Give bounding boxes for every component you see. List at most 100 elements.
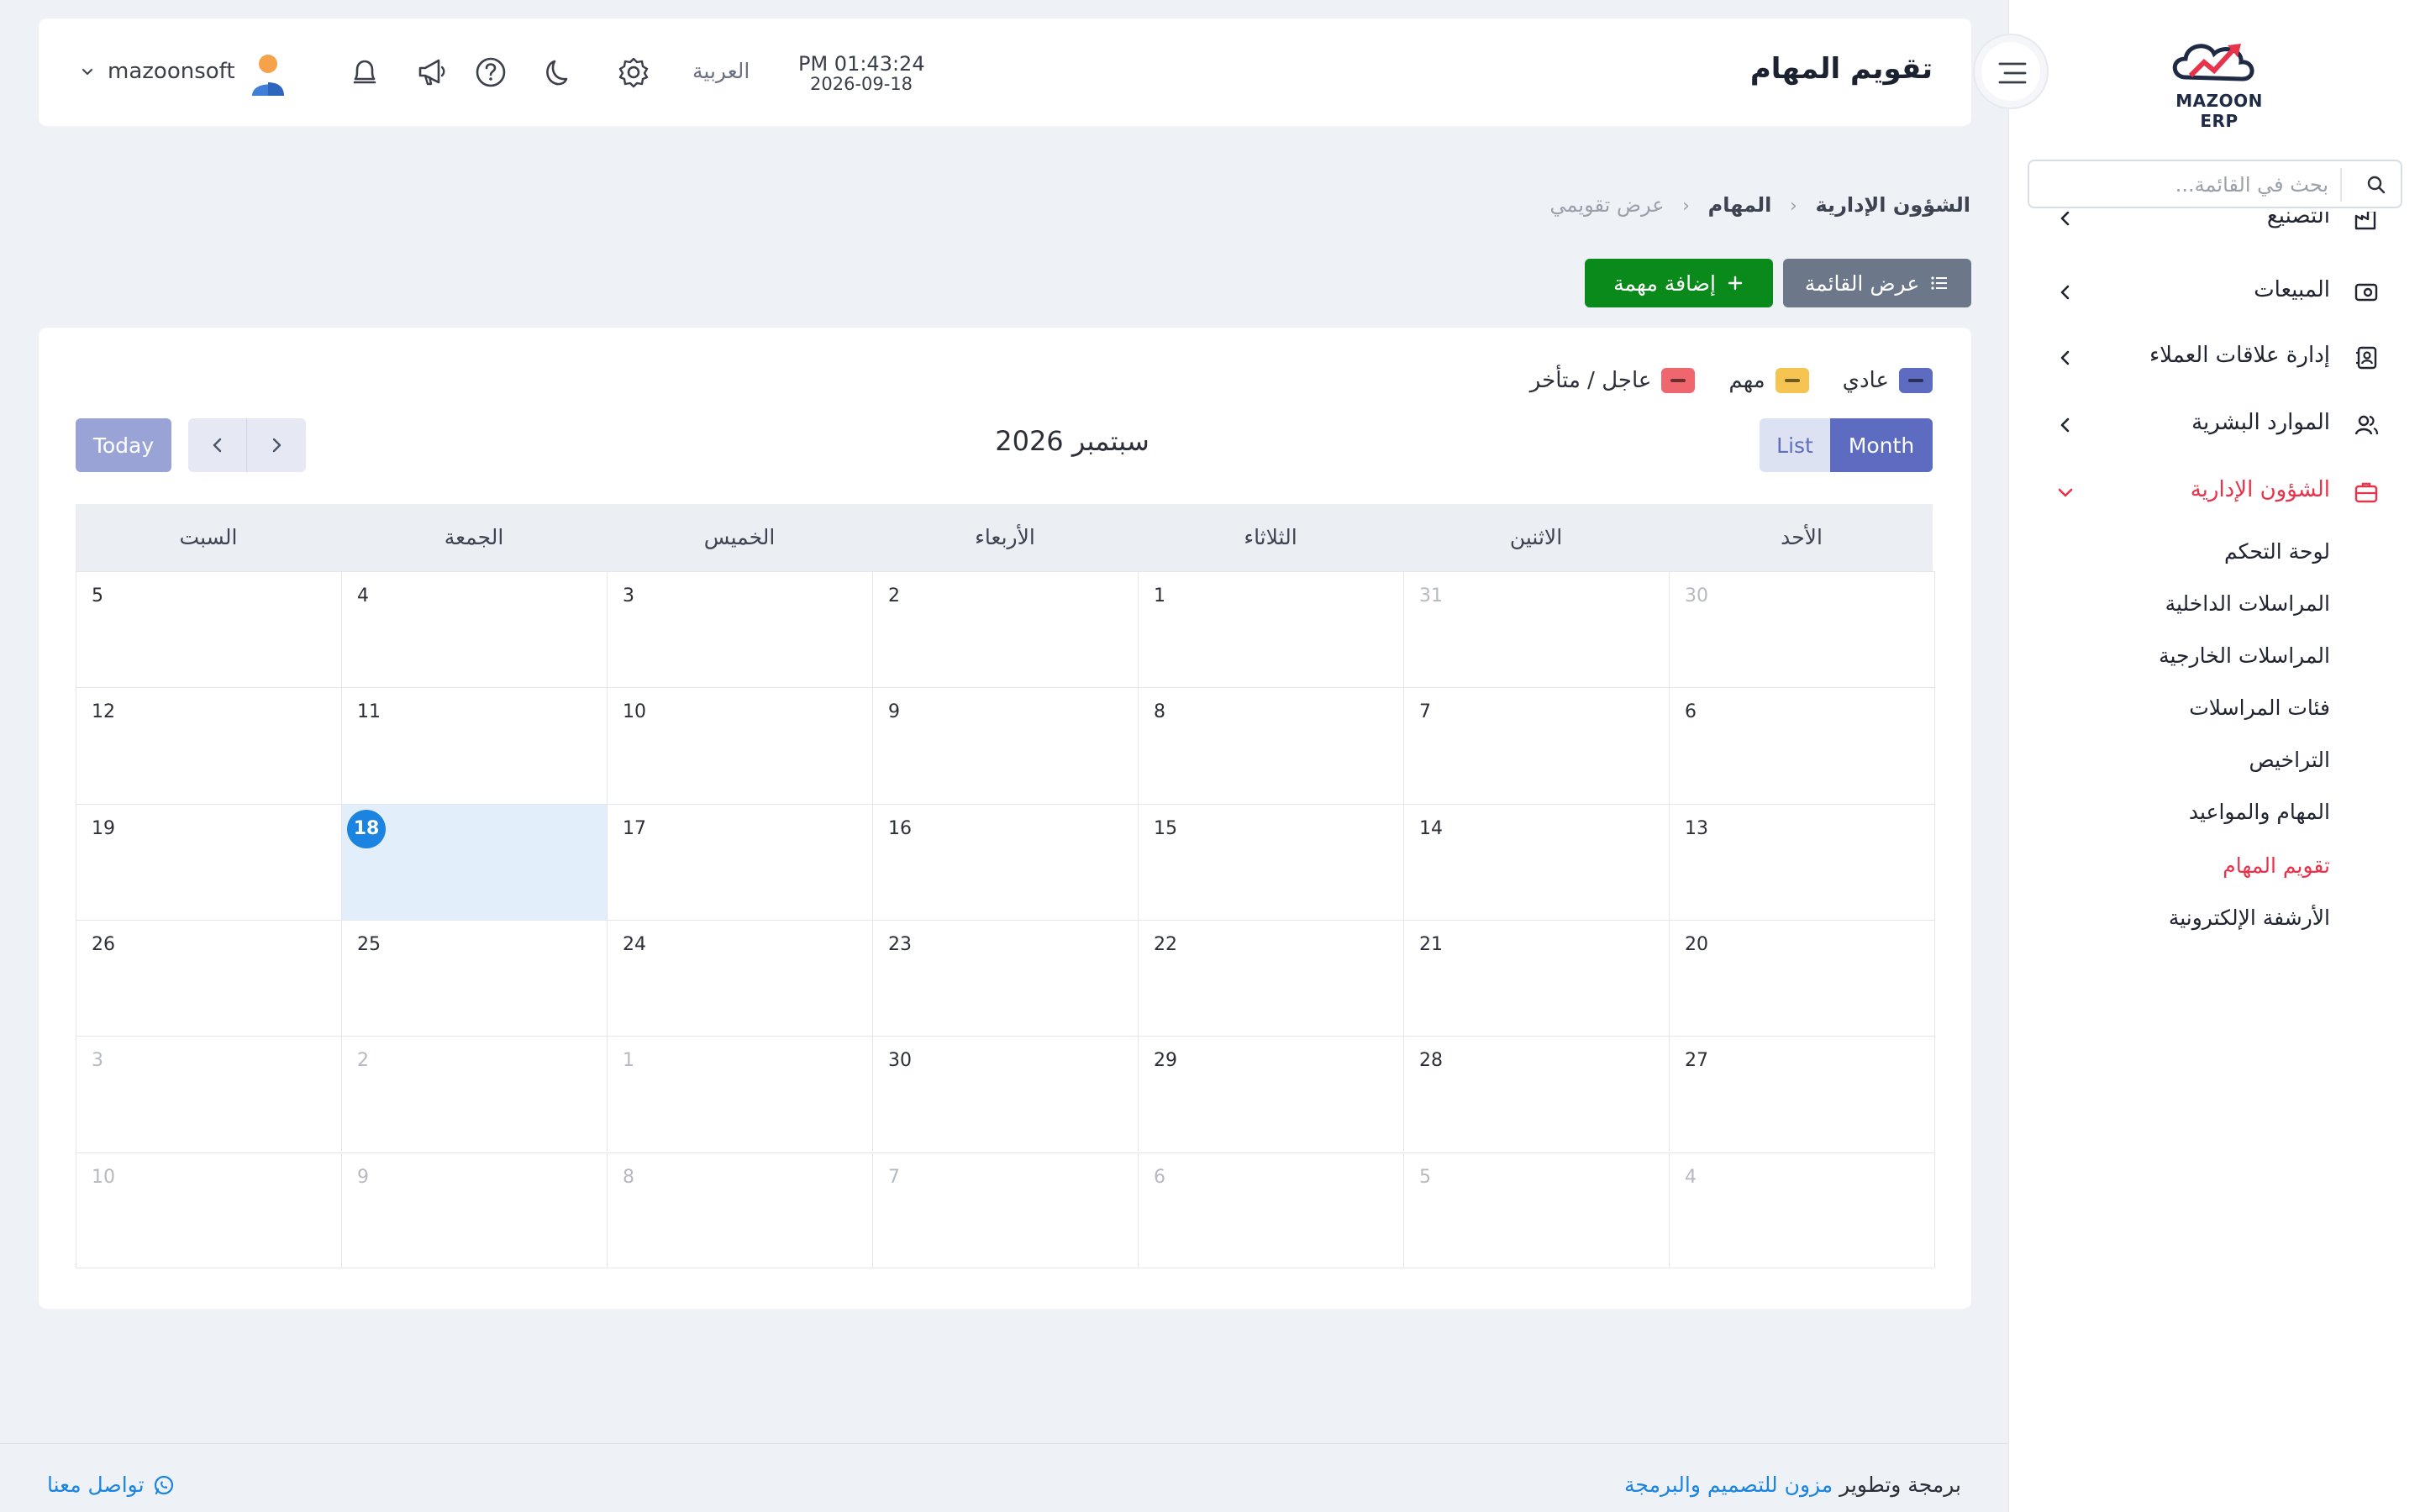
day-number: 8 xyxy=(623,1166,634,1188)
sidebar-subitem-dashboard[interactable]: لوحة التحكم xyxy=(2224,539,2330,564)
megaphone-icon[interactable] xyxy=(413,54,450,91)
legend-swatch xyxy=(1899,368,1933,393)
prev-month-button[interactable] xyxy=(188,418,247,472)
breadcrumb-item[interactable]: المهام xyxy=(1708,193,1772,217)
day-number: 10 xyxy=(92,1166,115,1188)
day-number: 13 xyxy=(1685,817,1708,839)
calendar-day-cell[interactable]: 7 xyxy=(1404,687,1670,804)
sidebar-subitem-external-mail[interactable]: المراسلات الخارجية xyxy=(2159,643,2330,668)
month-nav xyxy=(188,418,306,472)
calendar-day-cell[interactable]: 3 xyxy=(608,571,873,688)
weekday-label: الأربعاء xyxy=(975,525,1035,549)
today-button[interactable]: Today xyxy=(76,418,171,472)
calendar-day-cell[interactable]: 5 xyxy=(76,571,342,688)
next-month-button[interactable] xyxy=(247,418,306,472)
calendar-day-cell[interactable]: 20 xyxy=(1670,919,1935,1037)
sidebar-item-label: المبيعات xyxy=(2254,277,2330,302)
sidebar-subitem-internal-mail[interactable]: المراسلات الداخلية xyxy=(2165,591,2330,616)
sidebar-subitem-mail-categories[interactable]: فئات المراسلات xyxy=(2189,696,2330,720)
calendar-day-cell[interactable]: 24 xyxy=(608,919,873,1037)
day-number: 19 xyxy=(92,817,115,839)
breadcrumb-item[interactable]: الشؤون الإدارية xyxy=(1816,193,1971,217)
page-title: تقويم المهام xyxy=(1749,52,1933,86)
calendar-day-cell[interactable]: 8 xyxy=(1139,687,1404,804)
language-switch[interactable]: العربية xyxy=(692,59,750,83)
calendar-day-cell[interactable]: 30 xyxy=(1670,571,1935,688)
calendar-day-cell[interactable]: 10 xyxy=(76,1152,342,1268)
calendar-day-cell[interactable]: 31 xyxy=(1404,571,1670,688)
moon-icon[interactable] xyxy=(541,54,578,91)
sidebar-subitem-task-calendar[interactable]: تقويم المهام xyxy=(2223,853,2330,878)
logo-graphic xyxy=(2172,44,2254,81)
sidebar-item-admin-affairs[interactable]: الشؤون الإدارية xyxy=(2009,467,2420,517)
day-number: 30 xyxy=(888,1050,912,1072)
sales-icon xyxy=(2354,283,2378,302)
list-view-toggle[interactable]: List xyxy=(1760,418,1830,472)
calendar-day-cell[interactable]: 25 xyxy=(342,919,608,1037)
calendar-day-cell[interactable]: 6 xyxy=(1670,687,1935,804)
calendar-day-cell[interactable]: 23 xyxy=(873,919,1139,1037)
calendar-day-cell[interactable]: 19 xyxy=(76,803,342,920)
calendar-day-cell[interactable]: 21 xyxy=(1404,919,1670,1037)
calendar-day-cell[interactable]: 11 xyxy=(342,687,608,804)
sidebar-item-hr[interactable]: الموارد البشرية xyxy=(2009,400,2420,450)
calendar-day-cell[interactable]: 28 xyxy=(1404,1036,1670,1152)
list-view-button[interactable]: عرض القائمة xyxy=(1783,259,1971,307)
calendar-day-cell[interactable]: 14 xyxy=(1404,803,1670,920)
footer-credit-link[interactable]: مزون للتصميم والبرمجة xyxy=(1624,1473,1833,1497)
logo-text: MAZOON ERP xyxy=(2175,91,2263,131)
sidebar-search-input[interactable] xyxy=(2051,170,2328,200)
chevron-down-icon[interactable] xyxy=(81,66,94,79)
user-name[interactable]: mazoonsoft xyxy=(108,59,235,84)
sidebar-menu: التصنيع المبيعات إدارة علاقات العملاء ال… xyxy=(2009,212,2420,968)
weekday-label: الأحد xyxy=(1781,525,1823,549)
search-icon[interactable] xyxy=(2365,174,2387,196)
calendar-day-cell[interactable]: 22 xyxy=(1139,919,1404,1037)
calendar-day-cell[interactable]: 2 xyxy=(342,1036,608,1152)
calendar-day-cell[interactable]: 13 xyxy=(1670,803,1935,920)
calendar-day-cell[interactable]: 7 xyxy=(873,1152,1139,1268)
sidebar-subitem-e-archive[interactable]: الأرشفة الإلكترونية xyxy=(2169,906,2330,930)
help-icon[interactable] xyxy=(472,54,509,91)
calendar-day-cell[interactable]: 17 xyxy=(608,803,873,920)
users-icon xyxy=(2354,415,2379,435)
sidebar-subitem-licenses[interactable]: التراخيص xyxy=(2249,748,2330,772)
day-number: 17 xyxy=(623,817,646,839)
add-task-button[interactable]: إضافة مهمة xyxy=(1585,259,1773,307)
sidebar-item-sales[interactable]: المبيعات xyxy=(2009,267,2420,318)
sidebar-item-manufacturing[interactable]: التصنيع xyxy=(2009,212,2420,244)
calendar-day-cell[interactable]: 27 xyxy=(1670,1036,1935,1152)
sidebar-toggle-button[interactable] xyxy=(1973,34,2049,109)
brand-logo[interactable]: MAZOON ERP xyxy=(2160,34,2278,131)
calendar-day-cell[interactable]: 26 xyxy=(76,919,342,1037)
calendar-day-cell[interactable]: 6 xyxy=(1139,1152,1404,1268)
calendar-day-cell[interactable]: 8 xyxy=(608,1152,873,1268)
calendar-day-cell[interactable]: 2 xyxy=(873,571,1139,688)
calendar-day-cell[interactable]: 9 xyxy=(873,687,1139,804)
sidebar-item-label: الموارد البشرية xyxy=(2191,410,2330,435)
sidebar-subitem-tasks[interactable]: المهام والمواعيد xyxy=(2189,800,2330,824)
sidebar-item-crm[interactable]: إدارة علاقات العملاء xyxy=(2009,333,2420,383)
bell-icon[interactable] xyxy=(346,54,383,91)
calendar-day-cell-today[interactable]: 18 xyxy=(342,803,608,920)
weekday-label: الثلاثاء xyxy=(1244,525,1297,549)
calendar-day-cell[interactable]: 15 xyxy=(1139,803,1404,920)
day-number: 7 xyxy=(888,1166,900,1188)
calendar-day-cell[interactable]: 30 xyxy=(873,1036,1139,1152)
calendar-day-cell[interactable]: 1 xyxy=(608,1036,873,1152)
contact-us-link[interactable]: تواصل معنا xyxy=(47,1473,175,1497)
calendar-day-cell[interactable]: 5 xyxy=(1404,1152,1670,1268)
calendar-day-cell[interactable]: 4 xyxy=(342,571,608,688)
month-view-toggle[interactable]: Month xyxy=(1830,418,1933,472)
legend-label: عاجل / متأخر xyxy=(1529,368,1652,393)
calendar-day-cell[interactable]: 12 xyxy=(76,687,342,804)
calendar-day-cell[interactable]: 9 xyxy=(342,1152,608,1268)
calendar-day-cell[interactable]: 1 xyxy=(1139,571,1404,688)
calendar-day-cell[interactable]: 29 xyxy=(1139,1036,1404,1152)
calendar-day-cell[interactable]: 4 xyxy=(1670,1152,1935,1268)
calendar-day-cell[interactable]: 3 xyxy=(76,1036,342,1152)
calendar-day-cell[interactable]: 16 xyxy=(873,803,1139,920)
calendar-day-cell[interactable]: 10 xyxy=(608,687,873,804)
gear-icon[interactable] xyxy=(615,54,652,91)
avatar[interactable] xyxy=(249,52,287,96)
